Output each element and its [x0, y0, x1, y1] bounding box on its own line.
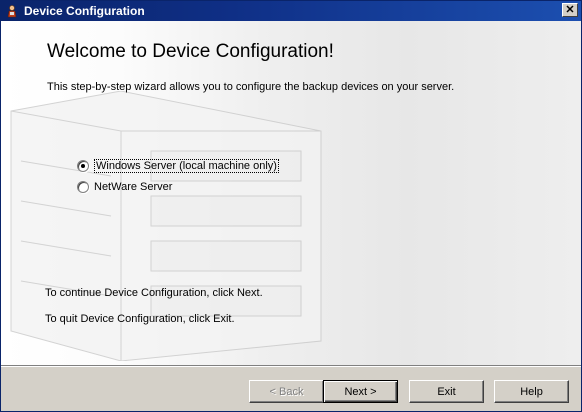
page-heading: Welcome to Device Configuration! — [47, 41, 334, 62]
button-bar: < Back Next > Exit Help — [1, 365, 581, 411]
radio-button-selected[interactable] — [77, 160, 89, 172]
radio-button[interactable] — [77, 181, 89, 193]
title-bar[interactable]: Device Configuration ✕ — [1, 1, 581, 21]
radio-windows-server[interactable]: Windows Server (local machine only) — [77, 158, 279, 174]
window-title: Device Configuration — [24, 4, 145, 18]
app-icon — [5, 4, 19, 18]
continue-note: To continue Device Configuration, click … — [45, 287, 263, 299]
next-button[interactable]: Next > — [323, 380, 398, 403]
wizard-content: Welcome to Device Configuration! This st… — [1, 21, 581, 365]
close-button[interactable]: ✕ — [562, 3, 578, 17]
radio-label-windows[interactable]: Windows Server (local machine only) — [94, 159, 279, 173]
back-button[interactable]: < Back — [249, 380, 324, 403]
help-button[interactable]: Help — [494, 380, 569, 403]
radio-label-netware[interactable]: NetWare Server — [94, 181, 172, 193]
intro-text: This step-by-step wizard allows you to c… — [47, 81, 455, 93]
quit-note: To quit Device Configuration, click Exit… — [45, 313, 235, 325]
exit-button[interactable]: Exit — [409, 380, 484, 403]
close-icon: ✕ — [565, 3, 575, 16]
radio-netware-server[interactable]: NetWare Server — [77, 179, 172, 195]
wizard-window: Device Configuration ✕ Welcome to Device… — [0, 0, 582, 412]
